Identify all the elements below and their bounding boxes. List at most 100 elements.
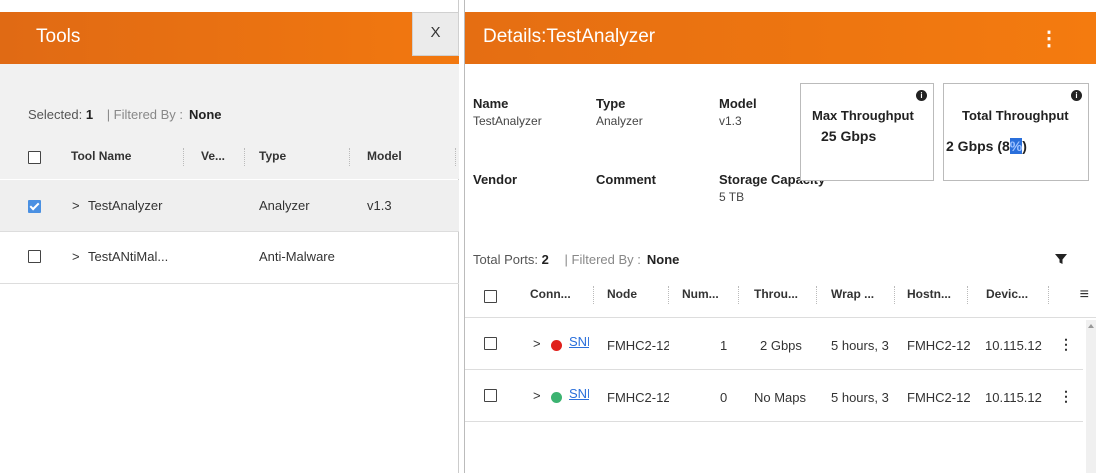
column-divider[interactable] <box>738 286 739 304</box>
table-row[interactable]: > TestANtiMal... Anti-Malware <box>0 232 459 284</box>
table-row[interactable]: > TestAnalyzer Analyzer v1.3 <box>0 180 459 232</box>
ports-filtered-value: None <box>646 252 680 267</box>
total-ports-label: Total Ports: <box>473 252 539 267</box>
expand-icon[interactable]: > <box>533 336 541 351</box>
table-row[interactable]: > SNF FMHC2-12 1 2 Gbps 5 hours, 3 FMHC2… <box>465 318 1083 370</box>
storage-value: 5 TB <box>719 190 745 204</box>
node-value: FMHC2-12 <box>607 338 669 353</box>
scroll-up-arrow-icon[interactable] <box>1088 324 1094 328</box>
wrap-value: 5 hours, 3 <box>831 338 889 353</box>
details-title-name: TestAnalyzer <box>546 26 656 47</box>
hostname-value: FMHC2-12 <box>907 338 970 353</box>
info-icon[interactable]: i <box>1071 90 1082 101</box>
filter-icon[interactable] <box>1054 252 1068 266</box>
columns-menu-icon[interactable]: ≡ <box>1080 286 1089 304</box>
tool-type: Analyzer <box>259 198 310 213</box>
col-hostname[interactable]: Hostn... <box>907 287 951 301</box>
status-dot <box>551 392 562 403</box>
max-throughput-label: Max Throughput <box>812 108 914 123</box>
connection-link[interactable]: SNF <box>569 386 589 401</box>
column-divider[interactable] <box>816 286 817 304</box>
col-model[interactable]: Model <box>367 149 402 163</box>
col-connection[interactable]: Conn... <box>530 287 571 301</box>
name-label: Name <box>473 96 509 111</box>
col-vendor[interactable]: Ve... <box>201 149 225 163</box>
row-checkbox[interactable] <box>484 337 497 350</box>
ports-filtered-label: | Filtered By : <box>564 252 641 267</box>
details-title-prefix: Details: <box>483 26 547 47</box>
selected-label: Selected: <box>28 107 83 122</box>
ports-table-header: Conn... Node Num... Throu... Wrap ... Ho… <box>465 276 1096 318</box>
info-icon[interactable]: i <box>916 90 927 101</box>
row-actions-icon[interactable]: ⋮ <box>1059 388 1073 405</box>
total-throughput-value: 2 Gbps (8%) <box>946 138 1027 154</box>
column-divider[interactable] <box>1048 286 1049 304</box>
filtered-value: None <box>189 107 222 122</box>
tool-model: v1.3 <box>367 198 392 213</box>
filtered-label: | Filtered By : <box>106 107 184 122</box>
device-value: 10.115.12 <box>985 338 1042 353</box>
column-divider[interactable] <box>668 286 669 304</box>
details-title: Details:TestAnalyzer <box>483 26 655 48</box>
select-all-ports-checkbox[interactable] <box>484 290 497 303</box>
expand-icon[interactable]: > <box>72 249 80 264</box>
type-value: Analyzer <box>596 114 643 128</box>
row-checkbox[interactable] <box>28 200 41 213</box>
vendor-label: Vendor <box>473 172 518 187</box>
row-checkbox[interactable] <box>484 389 497 402</box>
details-panel: Details:TestAnalyzer ⋮ Name TestAnalyzer… <box>464 0 1096 473</box>
selection-summary: Selected: 1 | Filtered By : None <box>28 107 222 122</box>
comment-label: Comment <box>596 172 656 187</box>
col-throughput[interactable]: Throu... <box>754 287 798 301</box>
col-type[interactable]: Type <box>259 149 286 163</box>
status-dot <box>551 340 562 351</box>
column-divider[interactable] <box>244 148 245 166</box>
throughput-value: No Maps <box>754 390 807 405</box>
throughput-value: 2 Gbps <box>760 338 802 353</box>
col-tool-name[interactable]: Tool Name <box>71 149 131 163</box>
selected-count: 1 <box>85 107 94 122</box>
total-throughput-prefix: 2 Gbps (8 <box>946 138 1010 154</box>
more-options-icon[interactable]: ⋮ <box>1039 26 1059 51</box>
max-throughput-value: 25 Gbps <box>821 128 877 144</box>
num-value: 0 <box>720 390 728 405</box>
column-divider[interactable] <box>183 148 184 166</box>
table-row[interactable]: > SNF FMHC2-12 0 No Maps 5 hours, 3 FMHC… <box>465 370 1083 422</box>
tools-table-header: Tool Name Ve... Type Model <box>0 136 459 180</box>
col-device[interactable]: Devic... <box>986 287 1028 301</box>
tools-header: Tools <box>0 12 459 64</box>
expand-icon[interactable]: > <box>533 388 541 403</box>
column-divider[interactable] <box>894 286 895 304</box>
connection-link[interactable]: SNF <box>569 334 589 349</box>
column-divider[interactable] <box>455 148 456 166</box>
total-throughput-suffix: ) <box>1022 138 1027 154</box>
details-header: Details:TestAnalyzer ⋮ <box>465 12 1096 64</box>
expand-icon[interactable]: > <box>72 198 80 213</box>
selected-text-highlight: % <box>1009 138 1023 154</box>
wrap-value: 5 hours, 3 <box>831 390 889 405</box>
type-label: Type <box>596 96 626 111</box>
row-actions-icon[interactable]: ⋮ <box>1059 336 1073 353</box>
model-label: Model <box>719 96 757 111</box>
num-value: 1 <box>720 338 728 353</box>
tools-title: Tools <box>36 26 81 47</box>
select-all-checkbox[interactable] <box>28 151 41 164</box>
col-node[interactable]: Node <box>607 287 637 301</box>
node-value: FMHC2-12 <box>607 390 669 405</box>
col-number[interactable]: Num... <box>682 287 719 301</box>
column-divider[interactable] <box>349 148 350 166</box>
tool-name: TestANtiMal... <box>88 249 169 264</box>
tools-panel: Tools X Selected: 1 | Filtered By : None … <box>0 0 459 473</box>
model-value: v1.3 <box>719 114 742 128</box>
tool-type: Anti-Malware <box>259 249 335 264</box>
vertical-scrollbar[interactable] <box>1086 320 1096 473</box>
hostname-value: FMHC2-12 <box>907 390 970 405</box>
device-value: 10.115.12 <box>985 390 1042 405</box>
close-button[interactable]: X <box>412 12 459 56</box>
column-divider[interactable] <box>967 286 968 304</box>
row-checkbox[interactable] <box>28 250 41 263</box>
total-throughput-label: Total Throughput <box>962 108 1069 123</box>
col-wrap[interactable]: Wrap ... <box>831 287 874 301</box>
column-divider[interactable] <box>593 286 594 304</box>
max-throughput-card: i Max Throughput 25 Gbps <box>800 83 934 181</box>
